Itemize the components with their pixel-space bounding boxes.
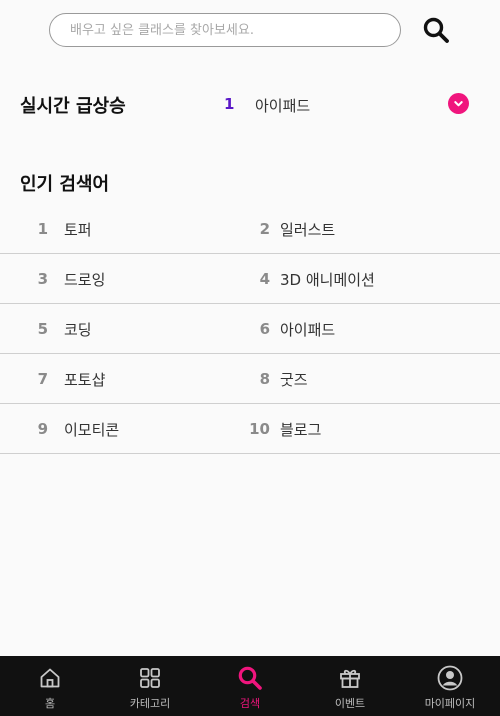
grid-icon: [137, 665, 163, 691]
home-icon: [37, 665, 63, 691]
bottom-nav: 홈 카테고리 검색 이벤트 마이페이지: [0, 656, 500, 716]
search-icon: [237, 665, 263, 691]
nav-label: 카테고리: [129, 697, 171, 710]
list-item-rank: 3: [37, 270, 48, 288]
popular-title: 인기 검색어: [20, 174, 110, 195]
nav-label: 검색: [239, 697, 261, 710]
gift-icon: [337, 665, 363, 691]
list-item[interactable]: 6 아이패드: [250, 304, 500, 354]
list-item[interactable]: 4 3D 애니메이션: [250, 254, 500, 304]
table-row: 7 포토샵 8 굿즈: [0, 354, 500, 404]
list-item[interactable]: 10 블로그: [249, 404, 500, 454]
nav-item-search[interactable]: 검색: [200, 656, 300, 716]
nav-item-category[interactable]: 카테고리: [100, 656, 200, 716]
table-row: 5 코딩 6 아이패드: [0, 304, 500, 354]
search-icon: [423, 17, 449, 43]
list-item-rank: 1: [37, 220, 48, 238]
list-item-rank: 6: [259, 320, 270, 338]
list-item[interactable]: 3 드로잉: [0, 254, 250, 304]
search-bar: [49, 13, 401, 47]
table-row: 1 토퍼 2 일러스트: [0, 204, 500, 254]
list-item-rank: 2: [259, 220, 270, 238]
list-item[interactable]: 2 일러스트: [250, 204, 500, 254]
realtime-title: 실시간 급상승: [20, 96, 126, 117]
realtime-term[interactable]: 아이패드: [255, 95, 310, 116]
nav-label: 홈: [44, 697, 56, 710]
list-item-rank: 5: [37, 320, 48, 338]
realtime-rank: 1: [224, 95, 235, 113]
list-item-term: 토퍼: [64, 220, 92, 239]
chevron-down-icon: [454, 101, 463, 107]
user-icon: [437, 665, 463, 691]
list-item[interactable]: 9 이모티콘: [0, 404, 250, 454]
list-item-term: 아이패드: [280, 320, 336, 339]
list-item-rank: 10: [249, 420, 270, 438]
realtime-expand-button[interactable]: [448, 93, 469, 114]
list-item-rank: 4: [259, 270, 270, 288]
list-item-term: 포토샵: [64, 370, 106, 389]
list-item-term: 일러스트: [280, 220, 336, 239]
table-row: 9 이모티콘 10 블로그: [0, 404, 500, 454]
list-item[interactable]: 5 코딩: [0, 304, 250, 354]
list-item-term: 코딩: [64, 320, 92, 339]
list-item-term: 블로그: [280, 420, 322, 439]
nav-item-home[interactable]: 홈: [0, 656, 100, 716]
list-item-term: 굿즈: [280, 370, 308, 389]
list-item-rank: 9: [37, 420, 48, 438]
search-button[interactable]: [420, 14, 452, 46]
list-item-rank: 7: [37, 370, 48, 388]
search-input[interactable]: [50, 14, 400, 46]
list-item-term: 이모티콘: [64, 420, 120, 439]
list-item[interactable]: 8 굿즈: [250, 354, 500, 404]
list-item[interactable]: 1 토퍼: [0, 204, 250, 254]
popular-list: 1 토퍼 2 일러스트 3 드로잉 4 3D 애니메이션 5 코딩 6 아이패드…: [0, 204, 500, 454]
list-item-term: 3D 애니메이션: [280, 270, 375, 289]
list-item[interactable]: 7 포토샵: [0, 354, 250, 404]
list-item-rank: 8: [259, 370, 270, 388]
nav-item-mypage[interactable]: 마이페이지: [400, 656, 500, 716]
table-row: 3 드로잉 4 3D 애니메이션: [0, 254, 500, 304]
nav-label: 이벤트: [334, 697, 366, 710]
nav-label: 마이페이지: [424, 697, 476, 710]
list-item-term: 드로잉: [64, 270, 106, 289]
realtime-trending: 실시간 급상승 1 아이패드: [0, 92, 500, 118]
nav-item-event[interactable]: 이벤트: [300, 656, 400, 716]
